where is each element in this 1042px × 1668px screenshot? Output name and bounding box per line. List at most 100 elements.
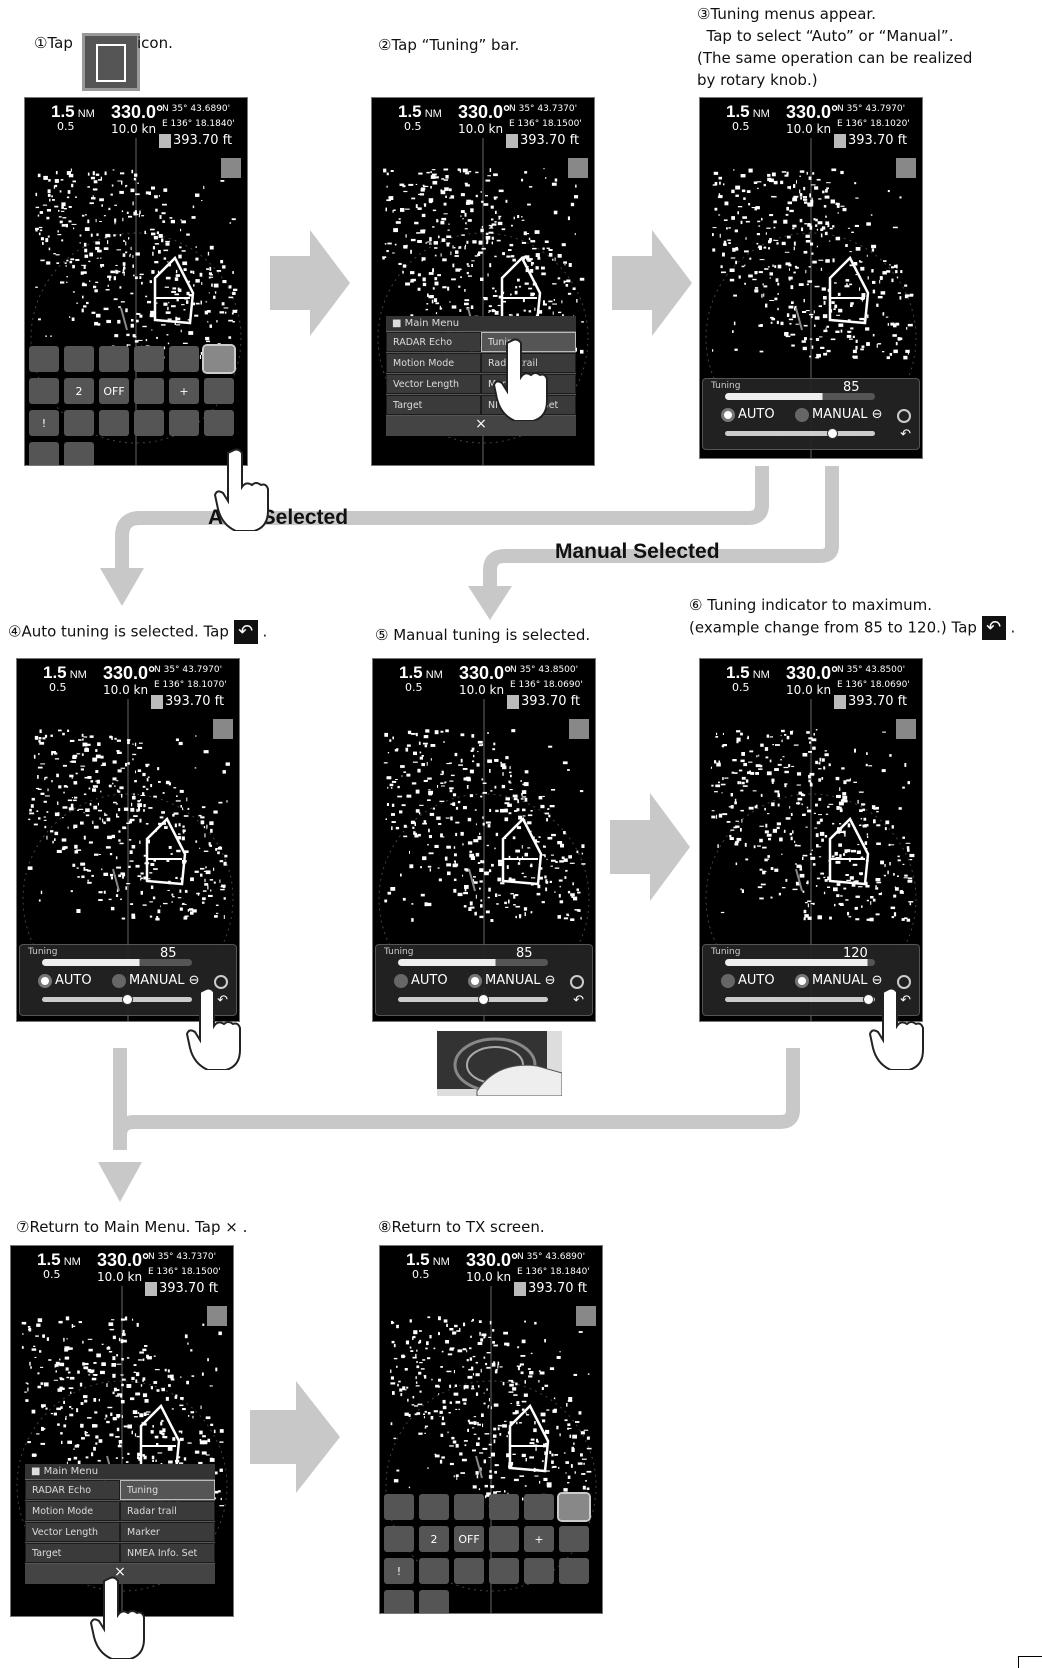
menu-item-motion-mode[interactable]: Motion Mode [387,354,480,372]
color-icon[interactable] [489,1494,519,1520]
return-icon[interactable]: ↶ [900,427,911,442]
sea-clutter-icon[interactable] [896,158,916,178]
range-unit: NM [74,108,95,120]
tuning-bar[interactable] [398,959,548,966]
auto-option[interactable]: AUTO [721,407,775,422]
snow-icon[interactable] [29,346,59,372]
auto-option[interactable]: AUTO [394,973,448,988]
range-readout[interactable]: 1.5 NM [37,1250,81,1270]
manual-option[interactable]: MANUAL ⊖ [468,973,556,988]
circle-icon[interactable] [64,410,94,436]
slider-knob[interactable] [122,994,133,1005]
rain-icon[interactable] [419,1494,449,1520]
range-readout[interactable]: 1.5 NM [43,663,87,683]
palette-icon[interactable] [169,346,199,372]
sea-clutter-icon[interactable] [213,719,233,739]
range-value: 1.5 [726,102,750,121]
curve-icon[interactable] [64,442,94,465]
manual-radio[interactable] [795,973,809,988]
menu-item-nmea-info-set[interactable]: NMEA Info. Set [121,1544,214,1562]
pin-icon[interactable] [489,1558,519,1584]
auto-option[interactable]: AUTO [38,973,92,988]
sea-clutter-icon[interactable] [576,1306,596,1326]
brightness-icon[interactable] [454,1494,484,1520]
slider-knob[interactable] [827,428,838,439]
off-icon[interactable]: OFF [99,378,129,404]
small-icon-icon[interactable] [204,378,234,404]
angle-icon[interactable] [169,410,199,436]
sea-clutter-icon[interactable] [569,719,589,739]
auto-radio[interactable] [38,973,52,988]
menu-item-vector-length[interactable]: Vector Length [26,1523,119,1541]
auto-radio[interactable] [721,407,735,422]
sea-clutter-icon[interactable] [221,158,241,178]
settings-icon[interactable] [897,409,911,423]
signal-icon[interactable] [454,1558,484,1584]
off-icon[interactable]: OFF [454,1526,484,1552]
clock-icon[interactable] [204,410,234,436]
manual-radio[interactable] [795,407,809,422]
tuning-slider[interactable] [725,428,875,439]
alert-icon[interactable]: ! [384,1558,414,1584]
manual-radio[interactable] [112,973,126,988]
range-readout[interactable]: 1.5 NM [406,1250,450,1270]
tuning-slider[interactable] [398,994,548,1005]
person-1-icon[interactable] [384,1526,414,1552]
menu-item-target[interactable]: Target [26,1544,119,1562]
auto-radio[interactable] [721,973,735,988]
person-2-icon[interactable]: 2 [419,1526,449,1552]
cross-icon[interactable]: + [524,1526,554,1552]
menu-item-target[interactable]: Target [387,396,480,414]
rain-icon[interactable] [64,346,94,372]
alert-icon[interactable]: ! [29,410,59,436]
screen-icon[interactable] [557,1492,591,1522]
angle-icon[interactable] [524,1558,554,1584]
range-readout[interactable]: 1.5 NM [399,663,443,683]
tuning-bar[interactable] [725,393,875,400]
tuning-slider[interactable] [725,994,875,1005]
sweep-icon[interactable] [29,442,59,465]
menu-item-vector-length[interactable]: Vector Length [387,375,480,393]
circle-icon[interactable] [419,1558,449,1584]
brightness-icon[interactable] [99,346,129,372]
small-icon-icon[interactable] [559,1526,589,1552]
tuning-bar[interactable] [725,959,875,966]
menu-item-radar-trail[interactable]: Radar trail [121,1502,214,1520]
clock-icon[interactable] [559,1558,589,1584]
snow-icon[interactable] [384,1494,414,1520]
tuning-bar[interactable] [42,959,192,966]
sea-clutter-icon[interactable] [207,1306,227,1326]
return-icon[interactable]: ↶ [573,993,584,1008]
menu-item-radar-echo[interactable]: RADAR Echo [26,1481,119,1499]
auto-option[interactable]: AUTO [721,973,775,988]
sea-clutter-icon[interactable] [896,719,916,739]
person-2-icon[interactable]: 2 [64,378,94,404]
cross-icon[interactable]: + [169,378,199,404]
signal-icon[interactable] [99,410,129,436]
person-1-icon[interactable] [29,378,59,404]
range-readout[interactable]: 1.5 NM [398,102,442,122]
menu-item-marker[interactable]: Marker [121,1523,214,1541]
color-icon[interactable] [134,346,164,372]
palette-icon[interactable] [524,1494,554,1520]
tuning-slider[interactable] [42,994,192,1005]
menu-item-tuning[interactable]: Tuning [120,1480,215,1500]
range-readout[interactable]: 1.5 NM [726,102,770,122]
screen-icon[interactable] [202,344,236,374]
settings-icon[interactable] [570,975,584,989]
pin-icon[interactable] [134,410,164,436]
pointing-hand-icon [185,986,242,1074]
line-icon[interactable] [489,1526,519,1552]
menu-item-radar-echo[interactable]: RADAR Echo [387,333,480,351]
slider-knob[interactable] [478,994,489,1005]
sea-clutter-icon[interactable] [568,158,588,178]
menu-item-motion-mode[interactable]: Motion Mode [26,1502,119,1520]
range-readout[interactable]: 1.5 NM [51,102,95,122]
curve-icon[interactable] [419,1590,449,1613]
sweep-icon[interactable] [384,1590,414,1613]
auto-radio[interactable] [394,973,408,988]
line-icon[interactable] [134,378,164,404]
manual-radio[interactable] [468,973,482,988]
range-readout[interactable]: 1.5 NM [726,663,770,683]
manual-option[interactable]: MANUAL ⊖ [795,407,883,422]
